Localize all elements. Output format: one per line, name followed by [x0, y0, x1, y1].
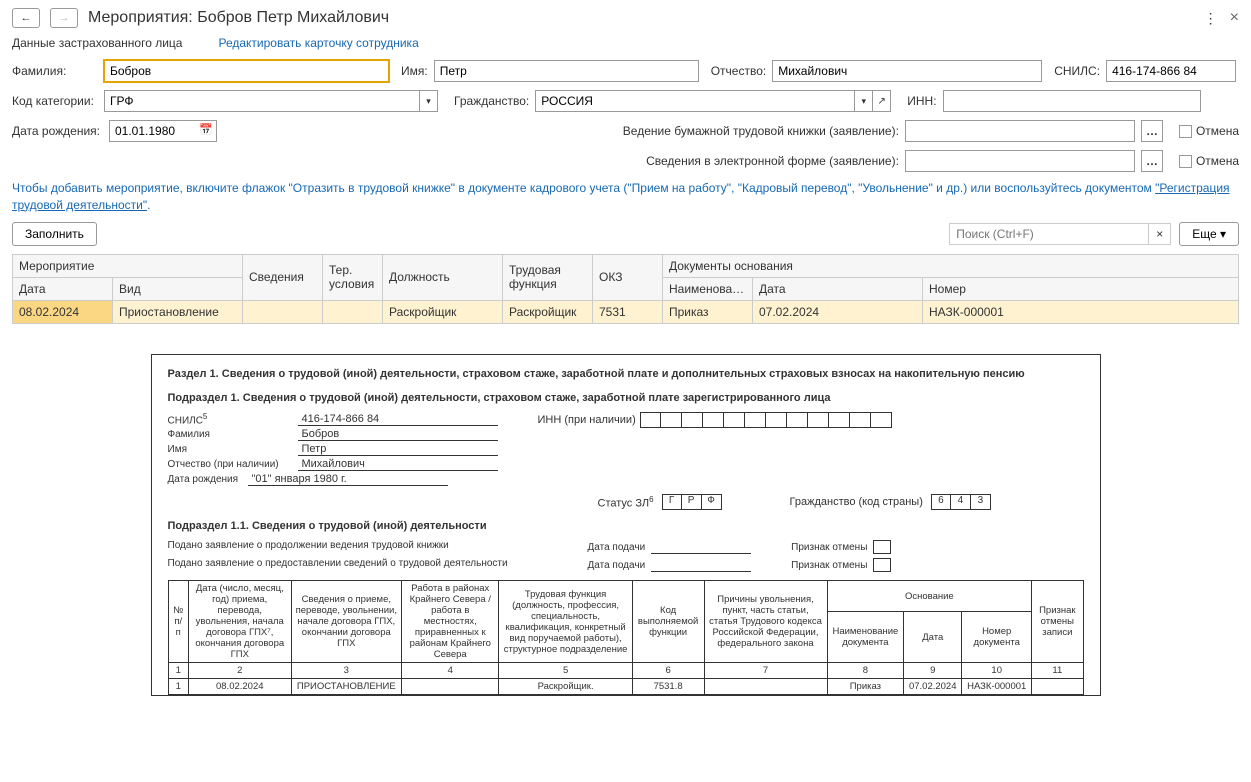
calendar-icon[interactable]: 📅: [199, 123, 213, 136]
col-okz: ОКЗ: [593, 254, 663, 300]
col-pos: Должность: [383, 254, 503, 300]
col-kind: Вид: [113, 277, 243, 300]
snils-label: СНИЛС:: [1054, 64, 1100, 78]
po-status-cells: Г Р Ф: [662, 494, 722, 510]
col-docdate: Дата: [753, 277, 923, 300]
surname-input[interactable]: [104, 60, 389, 82]
patronymic-input[interactable]: [772, 60, 1042, 82]
col-docs: Документы основания: [663, 254, 1239, 277]
subsection11-title: Подраздел 1.1. Сведения о трудовой (иной…: [168, 520, 1084, 532]
col-docname: Наименова…: [663, 277, 753, 300]
po-dob: "01" января 1980 г.: [248, 473, 448, 486]
category-input[interactable]: [104, 90, 420, 112]
snils-input[interactable]: [1106, 60, 1236, 82]
section-title: Раздел 1. Сведения о трудовой (иной) дея…: [168, 367, 1084, 382]
elec-cancel-label: Отмена: [1196, 154, 1239, 168]
elec-app-input[interactable]: [905, 150, 1135, 172]
dob-label: Дата рождения:: [12, 124, 103, 138]
nav-forward-button[interactable]: →: [50, 8, 78, 28]
search-input[interactable]: [949, 223, 1149, 245]
page-title: Мероприятия: Бобров Петр Михайлович: [88, 9, 389, 27]
elec-app-select-button[interactable]: …: [1141, 150, 1163, 172]
elec-app-label: Сведения в электронной форме (заявление)…: [646, 154, 899, 168]
info-text: Чтобы добавить мероприятие, включите фла…: [12, 180, 1239, 214]
search-clear-icon[interactable]: ×: [1149, 223, 1171, 245]
po-data-table: № п/п Дата (число, месяц, год) приема, п…: [168, 580, 1084, 695]
col-info: Сведения: [243, 254, 323, 300]
fill-button[interactable]: Заполнить: [12, 222, 97, 246]
events-grid[interactable]: Мероприятие Сведения Тер. условия Должно…: [12, 254, 1239, 324]
col-date: Дата: [13, 277, 113, 300]
inn-input[interactable]: [943, 90, 1201, 112]
edit-employee-link[interactable]: Редактировать карточку сотрудника: [218, 36, 418, 50]
po-data-row: 1 08.02.2024 ПРИОСТАНОВЛЕНИЕ Раскройщик.…: [168, 679, 1083, 695]
po-patronymic: Михайлович: [298, 458, 498, 471]
citizenship-input[interactable]: [535, 90, 855, 112]
subsection1-title: Подраздел 1. Сведения о трудовой (иной) …: [168, 392, 1084, 404]
citizenship-open-icon[interactable]: ↗: [873, 90, 891, 112]
paper-cancel-label: Отмена: [1196, 124, 1239, 138]
nav-back-button[interactable]: ←: [12, 8, 40, 28]
inn-label: ИНН:: [907, 94, 936, 108]
patronymic-label: Отчество:: [711, 64, 767, 78]
surname-label: Фамилия:: [12, 64, 98, 78]
col-ter: Тер. условия: [323, 254, 383, 300]
print-form: Раздел 1. Сведения о трудовой (иной) дея…: [151, 354, 1101, 697]
paper-app-label: Ведение бумажной трудовой книжки (заявле…: [623, 124, 899, 138]
category-label: Код категории:: [12, 94, 98, 108]
table-row[interactable]: 08.02.2024 Приостановление Раскройщик Ра…: [13, 300, 1239, 323]
name-input[interactable]: [434, 60, 699, 82]
po-inn-cells: [640, 412, 892, 428]
more-button[interactable]: Еще ▾: [1179, 222, 1239, 246]
citizenship-dropdown-icon[interactable]: ▾: [855, 90, 873, 112]
po-surname: Бобров: [298, 428, 498, 441]
paper-app-select-button[interactable]: …: [1141, 120, 1163, 142]
paper-app-input[interactable]: [905, 120, 1135, 142]
po-snils: 416-174-866 84: [298, 413, 498, 426]
po-app1: Подано заявление о продолжении ведения т…: [168, 540, 548, 554]
insured-data-label: Данные застрахованного лица: [12, 36, 182, 50]
category-dropdown-icon[interactable]: ▾: [420, 90, 438, 112]
po-citizen-cells: 6 4 3: [931, 494, 991, 510]
po-app2: Подано заявление о предоставлении сведен…: [168, 558, 548, 572]
close-icon[interactable]: ×: [1230, 9, 1239, 27]
po-inn-label: ИНН (при наличии): [538, 414, 636, 426]
col-event: Мероприятие: [13, 254, 243, 277]
menu-dots-icon[interactable]: ⋮: [1204, 10, 1218, 27]
paper-cancel-checkbox[interactable]: [1179, 125, 1192, 138]
col-func: Трудовая функция: [503, 254, 593, 300]
elec-cancel-checkbox[interactable]: [1179, 155, 1192, 168]
col-docnum: Номер: [923, 277, 1239, 300]
po-name: Петр: [298, 443, 498, 456]
citizenship-label: Гражданство:: [454, 94, 529, 108]
name-label: Имя:: [401, 64, 428, 78]
